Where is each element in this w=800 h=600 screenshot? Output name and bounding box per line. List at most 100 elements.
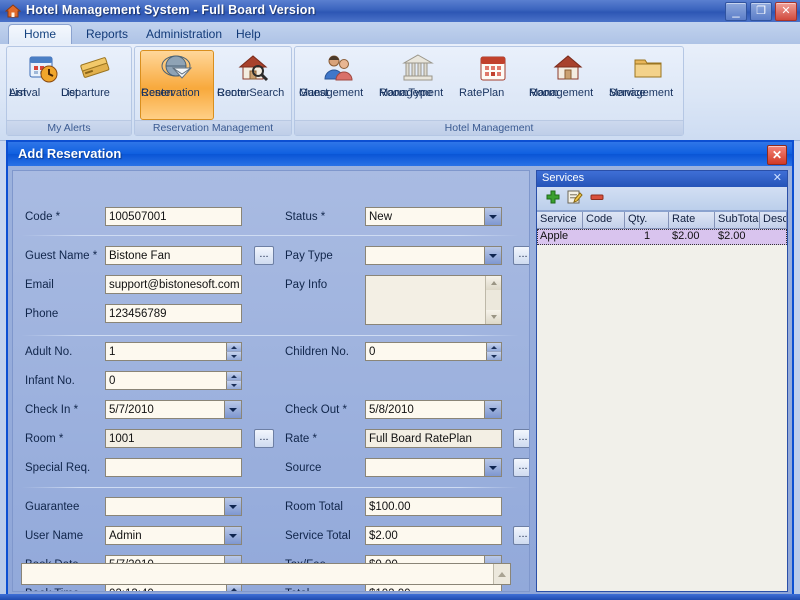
- add-reservation-dialog: Add Reservation ✕ Code * 100507001 Statu…: [6, 140, 794, 598]
- scroll-down-icon[interactable]: [486, 310, 501, 324]
- stepper-arrows[interactable]: [226, 585, 241, 592]
- command-departure-list[interactable]: Departure List: [61, 51, 129, 117]
- phone-input[interactable]: 123456789: [105, 304, 242, 323]
- special-req-input[interactable]: [105, 458, 242, 477]
- label-user-name: User Name: [25, 530, 83, 542]
- services-grid-header: Service Code Qty. Rate SubTota Desc.: [537, 212, 787, 229]
- book-time-value: 02:13:40: [109, 588, 154, 592]
- stepper-arrows[interactable]: [226, 372, 241, 389]
- folder-icon: [609, 51, 687, 85]
- label-book-time: Book Time: [25, 588, 79, 592]
- command-label-2: Management: [379, 87, 443, 99]
- dialog-close-button[interactable]: ✕: [767, 145, 787, 165]
- check-in-datepicker[interactable]: 5/7/2010: [105, 400, 242, 419]
- delete-service-icon[interactable]: [589, 189, 605, 208]
- guarantee-select[interactable]: [105, 497, 242, 516]
- label-adult-no: Adult No.: [25, 346, 72, 358]
- command-roomtype-management[interactable]: RoomType Management: [379, 51, 457, 117]
- close-icon: ✕: [776, 3, 796, 20]
- stepper-arrows[interactable]: [226, 343, 241, 360]
- ribbon-group-title: My Alerts: [7, 120, 131, 135]
- user-name-select[interactable]: Admin: [105, 526, 242, 545]
- tab-administration[interactable]: Administration: [134, 24, 234, 44]
- code-input[interactable]: 100507001: [105, 207, 242, 226]
- chevron-down-icon[interactable]: [224, 498, 241, 515]
- command-service-management[interactable]: Service Management: [609, 51, 687, 117]
- chevron-down-icon[interactable]: [484, 247, 501, 264]
- column-header-rate[interactable]: Rate: [669, 212, 715, 228]
- column-header-desc[interactable]: Desc.: [760, 212, 787, 228]
- status-select[interactable]: New: [365, 207, 502, 226]
- chevron-down-icon[interactable]: [484, 401, 501, 418]
- service-total-browse-button[interactable]: ...: [513, 526, 530, 545]
- command-label-2: Center: [217, 87, 250, 99]
- command-rateplan[interactable]: RatePlan: [459, 51, 527, 117]
- scroll-up-icon[interactable]: [486, 276, 501, 290]
- total-input[interactable]: $102.00: [365, 584, 502, 592]
- book-time-stepper[interactable]: 02:13:40: [105, 584, 242, 592]
- rate-browse-button[interactable]: ...: [513, 429, 530, 448]
- ribbon: Home Reports Administration Help: [0, 22, 800, 140]
- people-icon: [299, 51, 377, 85]
- guest-name-input[interactable]: Bistone Fan: [105, 246, 242, 265]
- services-close-icon[interactable]: ✕: [773, 172, 782, 185]
- chevron-down-icon[interactable]: [224, 401, 241, 418]
- window-bottom-edge: [0, 594, 800, 600]
- pay-type-browse-button[interactable]: ...: [513, 246, 530, 265]
- calendar-icon: [459, 51, 527, 85]
- globe-envelope-icon: [141, 51, 213, 85]
- command-label-2: Management: [299, 87, 363, 99]
- application-window: Hotel Management System - Full Board Ver…: [0, 0, 800, 600]
- restore-button[interactable]: ❐: [750, 2, 772, 21]
- source-browse-button[interactable]: ...: [513, 458, 530, 477]
- tab-home[interactable]: Home: [8, 24, 72, 45]
- notes-textarea[interactable]: [21, 563, 511, 585]
- command-room-management[interactable]: Room Management: [529, 51, 607, 117]
- tab-reports[interactable]: Reports: [74, 24, 140, 44]
- command-room-search-center[interactable]: Room Search Center: [217, 51, 289, 117]
- label-phone: Phone: [25, 308, 58, 320]
- user-name-value: Admin: [109, 530, 142, 542]
- dialog-title: Add Reservation: [18, 146, 121, 161]
- label-code: Code *: [25, 211, 60, 223]
- column-header-code[interactable]: Code: [583, 212, 625, 228]
- service-total-input[interactable]: $2.00: [365, 526, 502, 545]
- column-header-service[interactable]: Service: [537, 212, 583, 228]
- table-row[interactable]: Apple 1 $2.00 $2.00: [537, 229, 787, 245]
- chevron-down-icon[interactable]: [224, 527, 241, 544]
- stepper-arrows[interactable]: [486, 343, 501, 360]
- services-grid[interactable]: Service Code Qty. Rate SubTota Desc. App…: [537, 211, 787, 591]
- edit-service-icon[interactable]: [567, 189, 583, 208]
- email-input[interactable]: support@bistonesoft.com: [105, 275, 242, 294]
- source-select[interactable]: [365, 458, 502, 477]
- column-header-subtotal[interactable]: SubTota: [715, 212, 760, 228]
- room-total-input[interactable]: $100.00: [365, 497, 502, 516]
- check-out-value: 5/8/2010: [369, 404, 414, 416]
- column-header-qty[interactable]: Qty.: [625, 212, 669, 228]
- minimize-button[interactable]: _: [725, 2, 747, 21]
- guest-name-browse-button[interactable]: ...: [254, 246, 274, 265]
- pay-info-scrollbar[interactable]: [485, 276, 501, 324]
- ribbon-group-hotel-management: Guest Management RoomTyp: [294, 46, 684, 136]
- label-source: Source: [285, 462, 321, 474]
- adult-no-stepper[interactable]: 1: [105, 342, 242, 361]
- adult-no-value: 1: [109, 346, 115, 358]
- room-browse-button[interactable]: ...: [254, 429, 274, 448]
- infant-no-stepper[interactable]: 0: [105, 371, 242, 390]
- label-special-req: Special Req.: [25, 462, 90, 474]
- room-input[interactable]: 1001: [105, 429, 242, 448]
- tab-help[interactable]: Help: [224, 24, 273, 44]
- command-guest-management[interactable]: Guest Management: [299, 51, 377, 117]
- children-no-stepper[interactable]: 0: [365, 342, 502, 361]
- pay-info-textarea[interactable]: [365, 275, 502, 325]
- command-reservation-center[interactable]: Reservation Center: [140, 50, 214, 120]
- scroll-up-icon[interactable]: [493, 564, 510, 584]
- chevron-down-icon[interactable]: [484, 459, 501, 476]
- check-out-datepicker[interactable]: 5/8/2010: [365, 400, 502, 419]
- rate-input[interactable]: Full Board RatePlan: [365, 429, 502, 448]
- pay-type-select[interactable]: [365, 246, 502, 265]
- close-button[interactable]: ✕: [775, 2, 797, 21]
- add-service-icon[interactable]: [545, 189, 561, 208]
- chevron-down-icon[interactable]: [484, 208, 501, 225]
- cell-subtotal: $2.00: [715, 229, 760, 245]
